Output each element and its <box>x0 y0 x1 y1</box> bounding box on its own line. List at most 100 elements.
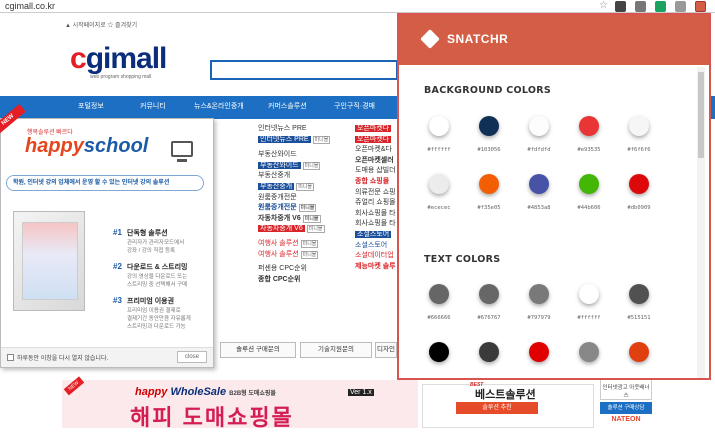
list-item[interactable]: 원룸중개전문 미니몰 <box>258 203 353 214</box>
background-color-hex-label[interactable]: #ececec <box>419 205 459 211</box>
list-item[interactable]: 소셜데이터업 <box>355 251 397 262</box>
list-item[interactable]: 오픈마켓셀러 <box>355 156 397 167</box>
list-item[interactable]: 퍼센용 CPC순위 <box>258 264 353 275</box>
list-item[interactable]: 자동차중개 V6 미니몰 <box>258 214 353 225</box>
popup-close-button[interactable]: close <box>177 351 207 363</box>
list-item[interactable]: 부동산중개 <box>258 171 353 182</box>
monitor-stand-icon <box>177 159 187 162</box>
list-item[interactable]: 종합 쇼핑몰 <box>355 177 397 188</box>
tech-support-button[interactable]: 기술지원문의 <box>300 342 372 358</box>
extension-icon-1[interactable] <box>615 1 626 12</box>
background-color-hex-label[interactable]: #4853a8 <box>519 205 559 211</box>
list-item[interactable]: 부동산중개 미니몰 <box>258 182 353 193</box>
monitor-icon <box>171 141 193 157</box>
list-item[interactable]: 소셜스토어 <box>355 241 397 252</box>
nav-item-portal[interactable]: 포털정보 <box>78 101 104 111</box>
list-item[interactable]: 원룸중개전문 <box>258 193 353 204</box>
list-item[interactable]: 제능마켓 솔루 <box>355 262 397 273</box>
nav-item-news[interactable]: 뉴스&온라인중개 <box>194 101 244 111</box>
text-color-hex-label[interactable]: #515151 <box>619 315 659 321</box>
text-color-swatch[interactable] <box>629 342 649 362</box>
text-colors-heading: TEXT COLORS <box>424 254 501 265</box>
background-color-swatch[interactable] <box>429 116 449 136</box>
background-color-swatch[interactable] <box>529 116 549 136</box>
list-item[interactable]: 자동차중개 V6 미니몰 <box>258 224 353 235</box>
logo-rest: gimall <box>85 42 168 75</box>
background-color-swatch[interactable] <box>479 174 499 194</box>
extension-icon-2[interactable] <box>635 1 646 12</box>
text-color-swatch[interactable] <box>579 284 599 304</box>
site-logo[interactable]: cgimall <box>70 42 168 76</box>
text-color-swatch[interactable] <box>429 284 449 304</box>
star-icon[interactable]: ☆ <box>599 0 608 12</box>
text-color-hex-label[interactable]: #666666 <box>419 315 459 321</box>
background-color-swatch[interactable] <box>479 116 499 136</box>
background-color-hex-label[interactable]: #f6f6f6 <box>619 147 659 153</box>
list-item[interactable]: 부동산와이드 <box>258 150 353 161</box>
background-color-swatch[interactable] <box>629 116 649 136</box>
address-bar[interactable]: cgimall.co.kr ☆ <box>0 0 715 13</box>
nav-item-community[interactable]: 커뮤니티 <box>140 101 166 111</box>
background-color-hex-label[interactable]: #f35e05 <box>469 205 509 211</box>
top-links[interactable]: ▲ 시작페이지로 ☆ 즐겨찾기 <box>65 20 137 29</box>
background-color-swatch[interactable] <box>579 174 599 194</box>
side-banner-ad[interactable]: 인터넷광고 아웃배너스 <box>600 378 652 400</box>
background-color-hex-label[interactable]: #103056 <box>469 147 509 153</box>
list-item[interactable]: 여행사 솔루션 미니몰 <box>258 250 353 261</box>
background-color-swatch[interactable] <box>629 174 649 194</box>
text-color-hex-label[interactable]: #ffffff <box>569 315 609 321</box>
side-banner-nateon[interactable]: NATEON <box>600 416 652 428</box>
side-banner-purchase[interactable]: 솔루션 구매상담 <box>600 402 652 414</box>
list-item[interactable]: 도매용 샵빌더 <box>355 166 397 177</box>
popup-footer: 하루동안 이창을 다시 열지 않습니다. close <box>1 347 213 367</box>
purchase-inquiry-button[interactable]: 솔루션 구매문의 <box>220 342 296 358</box>
list-item[interactable]: 인터넷뉴스 PRE <box>258 124 353 135</box>
background-color-swatch[interactable] <box>429 174 449 194</box>
snatchr-extension-icon[interactable] <box>695 1 706 12</box>
background-color-hex-label[interactable]: #fdfdfd <box>519 147 559 153</box>
background-color-hex-label[interactable]: #db0909 <box>619 205 659 211</box>
text-color-hex-label[interactable]: #676767 <box>469 315 509 321</box>
text-color-swatch[interactable] <box>579 342 599 362</box>
list-item[interactable]: 오픈마켓다 <box>355 135 397 146</box>
list-item[interactable]: 오픈마켓다 <box>355 124 397 135</box>
text-color-swatch[interactable] <box>479 342 499 362</box>
list-item[interactable]: 종합 CPC순위 <box>258 275 353 286</box>
list-item[interactable]: 인터넷뉴스 PRE 미니몰 <box>258 135 353 146</box>
list-item[interactable]: 오픈마켓&다 <box>355 145 397 156</box>
list-item[interactable]: 쥬얼리 쇼핑몰 <box>355 198 397 209</box>
extension-icon-4[interactable] <box>675 1 686 12</box>
url-text[interactable]: cgimall.co.kr <box>5 0 55 12</box>
list-item[interactable]: 의류전문 쇼핑 <box>355 188 397 199</box>
wholesale-version: Ver 1.x <box>348 389 374 396</box>
text-color-swatch[interactable] <box>629 284 649 304</box>
dont-show-label[interactable]: 하루동안 이창을 다시 열지 않습니다. <box>17 353 108 362</box>
background-color-hex-label[interactable]: #ffffff <box>419 147 459 153</box>
list-item[interactable]: 회사쇼핑몰 타 <box>355 209 397 220</box>
list-item[interactable]: 여행사 솔루션 미니몰 <box>258 239 353 250</box>
wholesale-big-title: 해피 도매쇼핑몰 <box>130 405 294 430</box>
text-color-swatch[interactable] <box>529 342 549 362</box>
background-color-hex-label[interactable]: #e93535 <box>569 147 609 153</box>
best-solution-bar: 솔루션 추천 <box>456 402 538 414</box>
feature-3: #3 프리미엄 이용권 프리미엄 이용권 결제로 결제기간 동안만큼 자유롭게 … <box>113 296 191 330</box>
background-color-hex-label[interactable]: #44b606 <box>569 205 609 211</box>
text-color-swatch[interactable] <box>529 284 549 304</box>
background-color-swatch[interactable] <box>529 174 549 194</box>
text-color-swatch[interactable] <box>479 284 499 304</box>
site-search-input[interactable] <box>210 60 398 80</box>
dont-show-checkbox[interactable] <box>7 354 14 361</box>
list-item[interactable]: 부동산와이드 미니몰 <box>258 161 353 172</box>
extension-icon-3[interactable] <box>655 1 666 12</box>
background-color-swatch[interactable] <box>579 116 599 136</box>
text-color-swatch[interactable] <box>429 342 449 362</box>
nav-item-jobs[interactable]: 구인구직·경매 <box>334 101 375 111</box>
design-button[interactable]: 디자인 <box>375 342 397 358</box>
solution-list-2: 오픈마켓다 오픈마켓다 오픈마켓&다 오픈마켓셀러 도매용 샵빌더 종합 쇼핑몰… <box>355 124 397 272</box>
wholesale-title: happy WholeSale B2B형 도매쇼핑몰 <box>135 386 276 398</box>
list-item[interactable]: 소셜스토어 <box>355 230 397 241</box>
text-color-hex-label[interactable]: #797979 <box>519 315 559 321</box>
nav-item-commerce[interactable]: 커머스솔루션 <box>268 101 307 111</box>
scrollbar-thumb[interactable] <box>698 72 704 158</box>
list-item[interactable]: 회사쇼핑몰 타 <box>355 219 397 230</box>
